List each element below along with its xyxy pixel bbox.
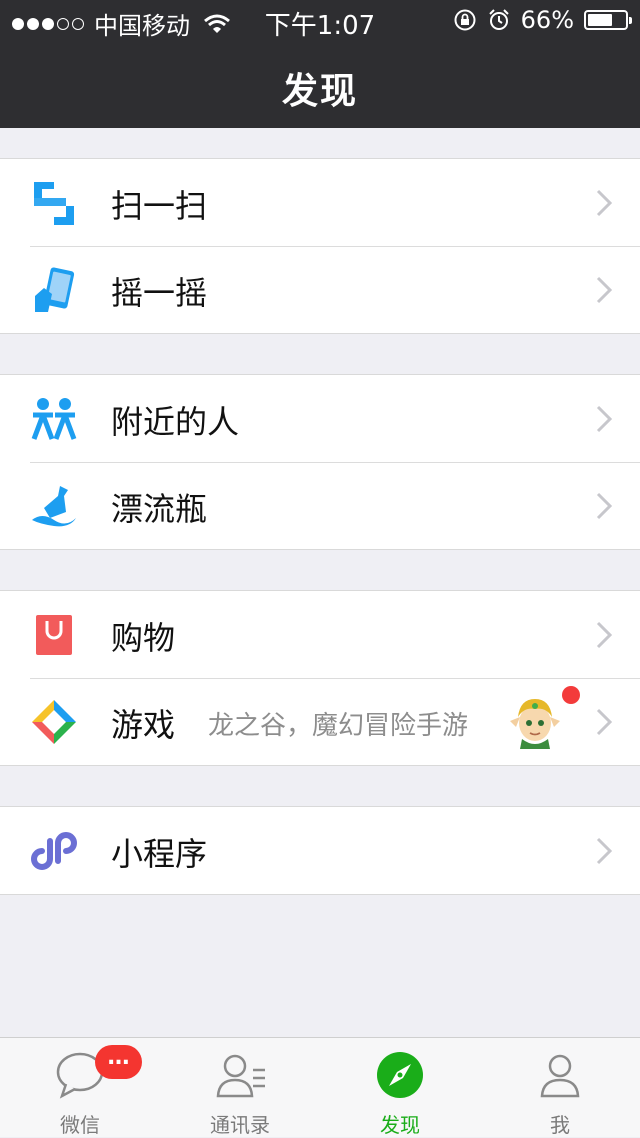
game-character-avatar [510, 699, 560, 749]
menu-item-games[interactable]: 游戏 龙之谷，魔幻冒险手游 [0, 678, 640, 765]
menu-item-people-nearby[interactable]: 附近的人 [0, 375, 640, 462]
chevron-right-icon [596, 837, 612, 865]
menu-item-label: 购物 [111, 619, 176, 657]
tab-chats[interactable]: … 微信 [0, 1038, 160, 1137]
menu-item-label: 游戏 [111, 706, 176, 744]
tab-label: 我 [550, 1113, 570, 1137]
menu-item-shopping[interactable]: 购物 [0, 591, 640, 678]
chevron-right-icon [596, 708, 612, 736]
tab-label: 发现 [380, 1113, 420, 1137]
game-promo-text: 龙之谷，魔幻冒险手游 [208, 711, 469, 741]
battery-percent: 66% [520, 6, 574, 34]
new-notification-dot [562, 686, 580, 704]
menu-item-label: 漂流瓶 [111, 490, 208, 528]
menu-item-shake[interactable]: 摇一摇 [0, 246, 640, 333]
discover-group-1: 扫一扫 摇一摇 [0, 158, 640, 334]
status-bar: 中国移动 下午1:07 66% [0, 0, 640, 41]
battery-level [588, 14, 612, 26]
contacts-icon [216, 1054, 265, 1098]
menu-item-mini-program[interactable]: 小程序 [0, 807, 640, 894]
tab-label: 通讯录 [210, 1113, 270, 1137]
menu-item-scan[interactable]: 扫一扫 [0, 159, 640, 246]
discover-group-4: 小程序 [0, 806, 640, 895]
menu-item-drift-bottle[interactable]: 漂流瓶 [0, 462, 640, 549]
menu-item-label: 摇一摇 [111, 274, 208, 312]
shopping-bag-icon [36, 615, 72, 655]
page-title: 发现 [281, 71, 358, 112]
menu-item-label: 附近的人 [111, 403, 240, 441]
shake-icon [35, 267, 75, 312]
navigation-header: 中国移动 下午1:07 66% 发现 [0, 0, 640, 128]
tab-contacts[interactable]: 通讯录 [160, 1038, 320, 1137]
chevron-right-icon [596, 189, 612, 217]
person-icon [540, 1054, 580, 1098]
tab-label: 微信 [60, 1113, 100, 1137]
tab-me[interactable]: 我 [480, 1038, 640, 1137]
tab-discover[interactable]: 发现 [320, 1038, 480, 1137]
games-icon [32, 700, 76, 744]
chevron-right-icon [596, 405, 612, 433]
rotation-lock-icon [454, 9, 476, 31]
people-nearby-icon [31, 398, 77, 440]
chevron-right-icon [596, 492, 612, 520]
alarm-icon [488, 9, 509, 30]
scan-icon [34, 182, 74, 225]
drift-bottle-icon [32, 486, 76, 527]
unread-badge: … [95, 1045, 142, 1079]
menu-item-label: 扫一扫 [111, 187, 208, 225]
chevron-right-icon [596, 276, 612, 304]
battery-icon [584, 10, 632, 30]
discover-group-3: 购物 游戏 龙之谷，魔幻冒险手游 [0, 590, 640, 766]
compass-icon [377, 1052, 423, 1098]
mini-program-icon [31, 832, 77, 870]
menu-item-label: 小程序 [111, 835, 208, 873]
discover-group-2: 附近的人 漂流瓶 [0, 374, 640, 550]
chevron-right-icon [596, 621, 612, 649]
bottom-tab-bar: … 微信 通讯录 发现 我 [0, 1037, 640, 1137]
